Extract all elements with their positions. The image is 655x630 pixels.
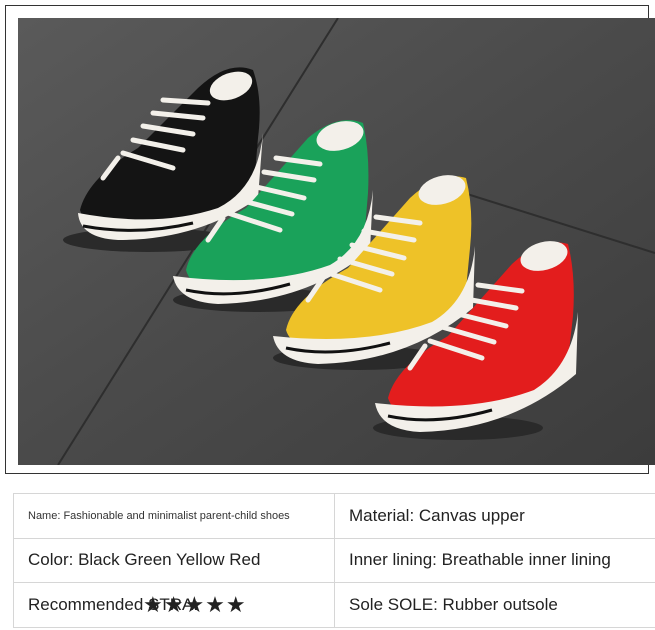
spec-row: Name: Fashionable and minimalist parent-… (13, 493, 655, 539)
spec-recommended: Recommended STRA: ★★★★★ (13, 582, 335, 628)
product-photo (18, 18, 655, 465)
shoes-illustration (18, 18, 655, 465)
spec-table: Name: Fashionable and minimalist parent-… (13, 493, 655, 628)
spec-sole: Sole SOLE: Rubber outsole (334, 582, 655, 628)
spec-row: Recommended STRA: ★★★★★ Sole SOLE: Rubbe… (13, 582, 655, 628)
spec-color: Color: Black Green Yellow Red (13, 537, 335, 584)
spec-inner-lining: Inner lining: Breathable inner lining (334, 537, 655, 584)
spec-name: Name: Fashionable and minimalist parent-… (13, 493, 335, 539)
spec-row: Color: Black Green Yellow Red Inner lini… (13, 537, 655, 584)
recommended-wrapper: Recommended STRA: ★★★★★ (28, 592, 246, 617)
rating-stars-icon: ★★★★★ (143, 592, 247, 618)
spec-material: Material: Canvas upper (334, 493, 655, 539)
